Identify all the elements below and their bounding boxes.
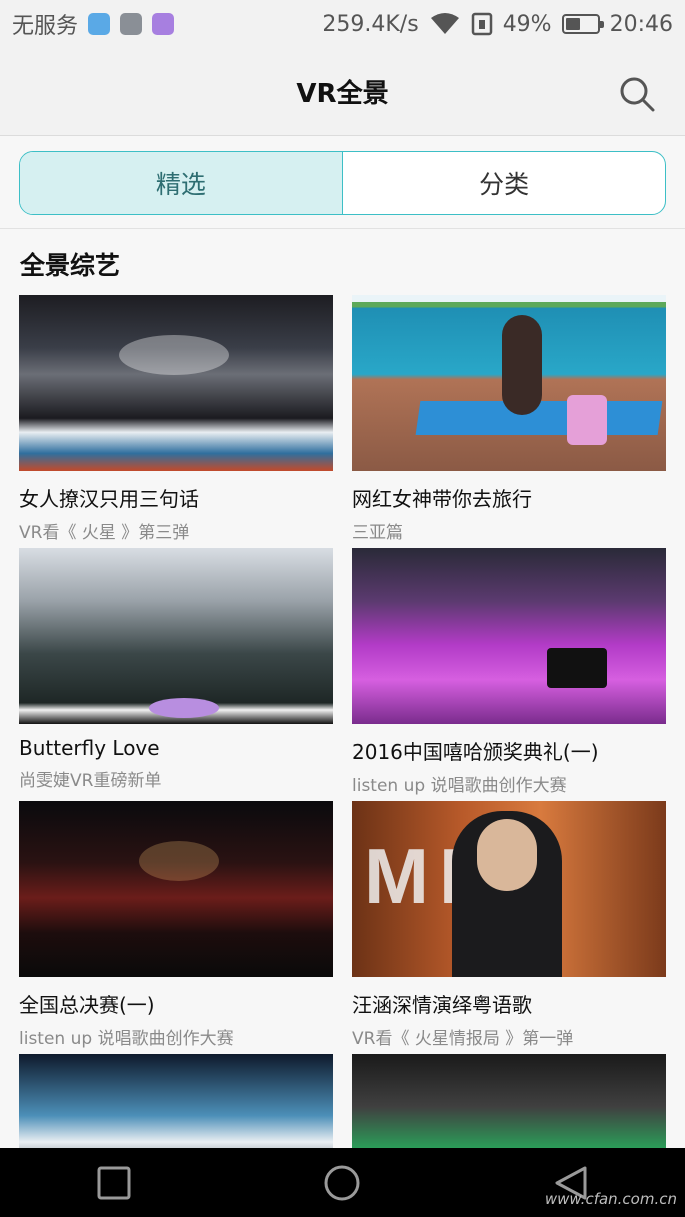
home-button[interactable]: [312, 1153, 372, 1213]
battery-percent: 49%: [502, 11, 552, 37]
clock: 20:46: [609, 11, 673, 37]
video-thumbnail[interactable]: [19, 295, 333, 471]
video-subtitle: 尚雯婕VR重磅新单: [19, 771, 162, 791]
stage-light: [139, 841, 219, 881]
wifi-icon: [430, 13, 459, 34]
video-thumbnail[interactable]: [352, 295, 666, 471]
video-card[interactable]: 2016中国嘻哈颁奖典礼(一) listen up 说唱歌曲创作大赛: [352, 548, 666, 796]
video-title[interactable]: 汪涵深情演绎粤语歌: [352, 989, 666, 1018]
square-icon: [97, 1166, 131, 1199]
circle-icon: [324, 1165, 360, 1200]
video-subtitle: listen up 说唱歌曲创作大赛: [352, 776, 567, 796]
video-title[interactable]: 网红女神带你去旅行: [352, 483, 666, 512]
video-subtitle: listen up 说唱歌曲创作大赛: [19, 1029, 234, 1049]
video-subtitle: 三亚篇: [352, 523, 403, 543]
video-subtitle: VR看《 火星情报局 》第一弹: [352, 1029, 574, 1049]
battery-fill: [565, 18, 581, 30]
video-card[interactable]: 女人撩汉只用三句话 VR看《 火星 》第三弹: [19, 295, 333, 543]
status-bar: 无服务 259.4K/s 49% 20:46: [0, 0, 685, 48]
page-title: VR全景: [296, 79, 389, 109]
keyboard-icon: [152, 13, 175, 35]
video-title[interactable]: 2016中国嘻哈颁奖典礼(一): [352, 736, 666, 765]
watermark: www.cfan.com.cn: [544, 1190, 677, 1208]
person-figure: [502, 315, 542, 415]
video-thumbnail[interactable]: [19, 548, 333, 724]
video-title[interactable]: 女人撩汉只用三句话: [19, 483, 333, 512]
app-bar: VR全景: [0, 48, 685, 136]
video-subtitle: VR看《 火星 》第三弹: [19, 523, 190, 543]
health-icon: [88, 13, 111, 35]
tab-categories[interactable]: 分类: [343, 152, 665, 214]
stage-speaker: [547, 648, 607, 688]
stage-light: [119, 335, 229, 375]
video-thumbnail[interactable]: MIA: [352, 801, 666, 977]
video-card[interactable]: MIA 汪涵深情演绎粤语歌 VR看《 火星情报局 》第一弹: [352, 801, 666, 1049]
sim-icon: [471, 12, 492, 36]
carrier-label: 无服务: [12, 14, 79, 39]
video-thumbnail[interactable]: [352, 548, 666, 724]
network-speed: 259.4K/s: [322, 11, 419, 37]
gallery-icon: [120, 13, 143, 35]
status-right: 259.4K/s 49% 20:46: [322, 12, 673, 37]
vr-camera: [567, 395, 607, 445]
tab-bar: 精选 分类: [19, 151, 666, 215]
section-title: 全景综艺: [20, 251, 121, 280]
battery-icon: [561, 14, 604, 34]
person-face: [477, 819, 537, 891]
video-card[interactable]: Butterfly Love 尚雯婕VR重磅新单: [19, 548, 333, 791]
video-card[interactable]: 网红女神带你去旅行 三亚篇: [352, 295, 666, 543]
logo-glow: [149, 698, 219, 718]
video-card[interactable]: 全国总决赛(一) listen up 说唱歌曲创作大赛: [19, 801, 333, 1049]
yoga-mat: [415, 401, 663, 435]
tab-featured[interactable]: 精选: [20, 152, 342, 214]
video-thumbnail[interactable]: [19, 801, 333, 977]
video-title[interactable]: 全国总决赛(一): [19, 989, 333, 1018]
video-title[interactable]: Butterfly Love: [19, 736, 333, 760]
status-left: 无服务: [12, 8, 175, 40]
divider: [0, 228, 685, 229]
search-icon[interactable]: [617, 74, 657, 114]
recents-button[interactable]: [84, 1153, 144, 1213]
